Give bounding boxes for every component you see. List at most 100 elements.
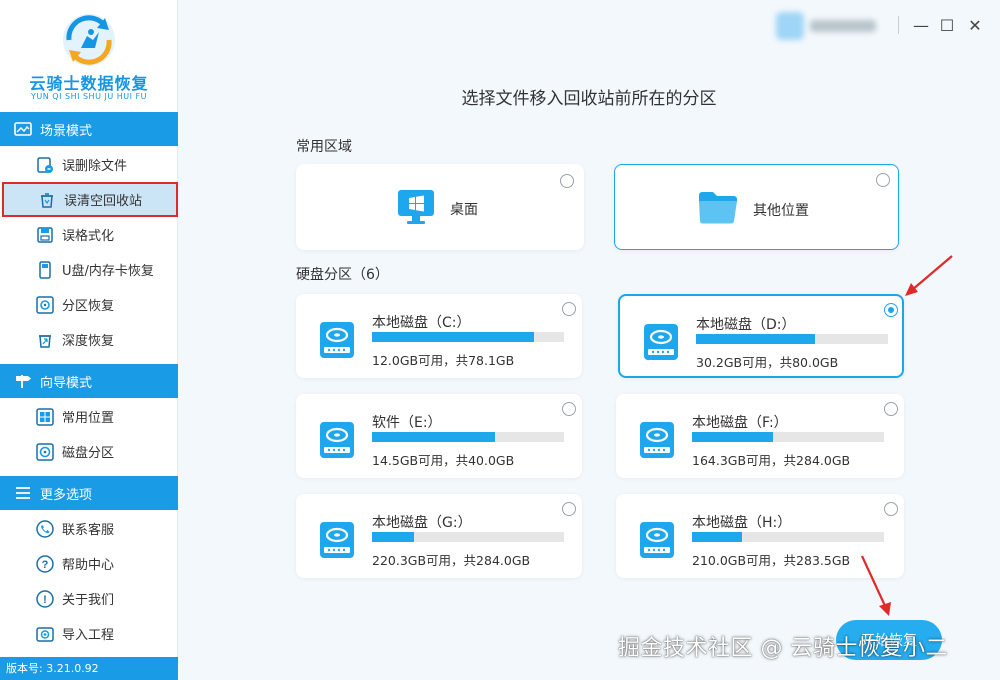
sidebar-item-label: 关于我们: [62, 593, 115, 608]
arrow-head-d: [905, 283, 918, 296]
sidebar-item-partition[interactable]: 分区恢复: [0, 287, 178, 322]
disk-name: 本地磁盘（F:）: [692, 415, 788, 431]
section-more-options: 更多选项: [0, 476, 178, 510]
disk-card[interactable]: 本地磁盘（C:） 12.0GB可用，共78.1GB: [296, 294, 582, 378]
user-name-blurred: [810, 20, 876, 32]
disk-radio[interactable]: [562, 302, 576, 316]
partition-icon: [36, 295, 54, 314]
sidebar-item-import-project[interactable]: 导入工程: [0, 616, 178, 651]
disk-usage-fill: [692, 532, 742, 542]
location-card-desktop[interactable]: 桌面: [296, 164, 584, 250]
folder-icon: [699, 192, 737, 224]
disk-partitions-label: 硬盘分区（6）: [296, 267, 389, 283]
sidebar-item-deep-recovery[interactable]: 深度恢复: [0, 322, 178, 357]
arrow-to-d-drive: [911, 255, 953, 291]
disk-usage-bar: [372, 532, 564, 542]
hard-disk-icon: [640, 522, 674, 558]
help-icon: ?: [36, 554, 54, 573]
scene-icon: [14, 122, 32, 136]
sidebar-item-about-us[interactable]: ! 关于我们: [0, 581, 178, 616]
app-name: 云骑士数据恢复: [29, 74, 149, 93]
location-label: 桌面: [450, 202, 478, 218]
hard-disk-icon: [320, 422, 354, 458]
sidebar-item-help-center[interactable]: ? 帮助中心: [0, 546, 178, 581]
sidebar-item-label: 联系客服: [62, 523, 115, 538]
disk-icon: [36, 442, 54, 461]
sidebar-item-label: 误清空回收站: [64, 194, 143, 209]
disk-capacity: 14.5GB可用，共40.0GB: [372, 453, 515, 468]
svg-text:!: !: [43, 594, 47, 606]
disk-card[interactable]: 软件（E:） 14.5GB可用，共40.0GB: [296, 394, 582, 478]
version-label: 版本号: 3.21.0.92: [0, 657, 178, 680]
disk-usage-bar: [372, 332, 564, 342]
page-title: 选择文件移入回收站前所在的分区: [461, 89, 717, 109]
sidebar-item-label: 误格式化: [62, 229, 115, 244]
disk-card[interactable]: 本地磁盘（H:） 210.0GB可用，共283.5GB: [616, 494, 904, 578]
deep-recovery-icon: [39, 334, 51, 348]
location-label: 其他位置: [753, 203, 809, 219]
disk-capacity: 164.3GB可用，共284.0GB: [692, 453, 851, 468]
sidebar-item-disk-partitions[interactable]: 磁盘分区: [0, 434, 178, 469]
section-title: 更多选项: [40, 487, 93, 503]
titlebar-divider: [898, 16, 899, 34]
logo-icon: [63, 14, 115, 66]
menu-icon: [16, 487, 30, 499]
sidebar-item-usb-card[interactable]: U盘/内存卡恢复: [0, 252, 178, 287]
disk-card[interactable]: 本地磁盘（G:） 220.3GB可用，共284.0GB: [296, 494, 582, 578]
avatar: [776, 12, 804, 40]
sidebar-item-label: 深度恢复: [62, 334, 115, 349]
disk-usage-fill: [692, 432, 773, 442]
watermark: 掘金技术社区 @ 云骑士恢复小二: [618, 636, 948, 661]
disk-radio[interactable]: [884, 402, 898, 416]
sidebar-item-format[interactable]: 误格式化: [0, 217, 178, 252]
desktop-icon: [398, 190, 434, 224]
disk-usage-bar: [372, 432, 564, 442]
disk-radio[interactable]: [884, 303, 898, 317]
signpost-icon: [16, 375, 31, 388]
sidebar-item-common-locations[interactable]: 常用位置: [0, 399, 178, 434]
app-logo: 云骑士数据恢复 YUN QI SHI SHU JU HUI FU: [0, 0, 178, 110]
disk-name: 本地磁盘（D:）: [696, 317, 796, 333]
disk-card[interactable]: 本地磁盘（F:） 164.3GB可用，共284.0GB: [616, 394, 904, 478]
sidebar-item-recycle-bin[interactable]: 误清空回收站: [2, 182, 178, 217]
close-button[interactable]: ✕: [964, 12, 986, 38]
disk-capacity: 12.0GB可用，共78.1GB: [372, 353, 515, 368]
sidebar-item-label: 导入工程: [62, 628, 115, 643]
disk-name: 本地磁盘（C:）: [372, 315, 471, 331]
sidebar-item-label: U盘/内存卡恢复: [62, 264, 154, 279]
disk-usage-fill: [696, 334, 815, 344]
disk-capacity: 220.3GB可用，共284.0GB: [372, 553, 531, 568]
disk-name: 本地磁盘（G:）: [372, 515, 472, 531]
maximize-button[interactable]: ☐: [936, 12, 958, 38]
disk-usage-bar: [692, 532, 884, 542]
disk-radio[interactable]: [884, 502, 898, 516]
sidebar-item-deleted-files[interactable]: 误删除文件: [0, 147, 178, 182]
disk-radio[interactable]: [562, 402, 576, 416]
sidebar-item-label: 误删除文件: [62, 159, 128, 174]
sidebar-item-label: 帮助中心: [62, 558, 115, 573]
disk-capacity: 30.2GB可用，共80.0GB: [696, 355, 839, 370]
common-area-label: 常用区域: [296, 139, 352, 155]
disk-name: 软件（E:）: [372, 415, 442, 431]
deleted-file-icon: [37, 156, 53, 173]
disk-usage-fill: [372, 532, 414, 542]
disk-card[interactable]: 本地磁盘（D:） 30.2GB可用，共80.0GB: [618, 294, 904, 378]
sidebar: 云骑士数据恢复 YUN QI SHI SHU JU HUI FU 场景模式 误删…: [0, 0, 178, 680]
recycle-bin-icon: [41, 192, 53, 208]
info-icon: !: [36, 589, 54, 608]
disk-radio[interactable]: [562, 502, 576, 516]
location-card-other[interactable]: 其他位置: [614, 164, 899, 250]
section-wizard-mode: 向导模式: [0, 364, 178, 398]
section-scene-mode: 场景模式: [0, 112, 178, 146]
disk-usage-fill: [372, 332, 534, 342]
sidebar-item-label: 磁盘分区: [62, 446, 115, 461]
hard-disk-icon: [640, 422, 674, 458]
user-account[interactable]: [776, 12, 880, 40]
hard-disk-icon: [644, 324, 678, 360]
sidebar-item-contact-support[interactable]: 联系客服: [0, 511, 178, 546]
app-name-pinyin: YUN QI SHI SHU JU HUI FU: [31, 92, 147, 101]
format-icon: [37, 226, 53, 243]
minimize-button[interactable]: —: [910, 12, 932, 38]
other-location-radio[interactable]: [876, 173, 890, 187]
desktop-radio[interactable]: [560, 174, 574, 188]
